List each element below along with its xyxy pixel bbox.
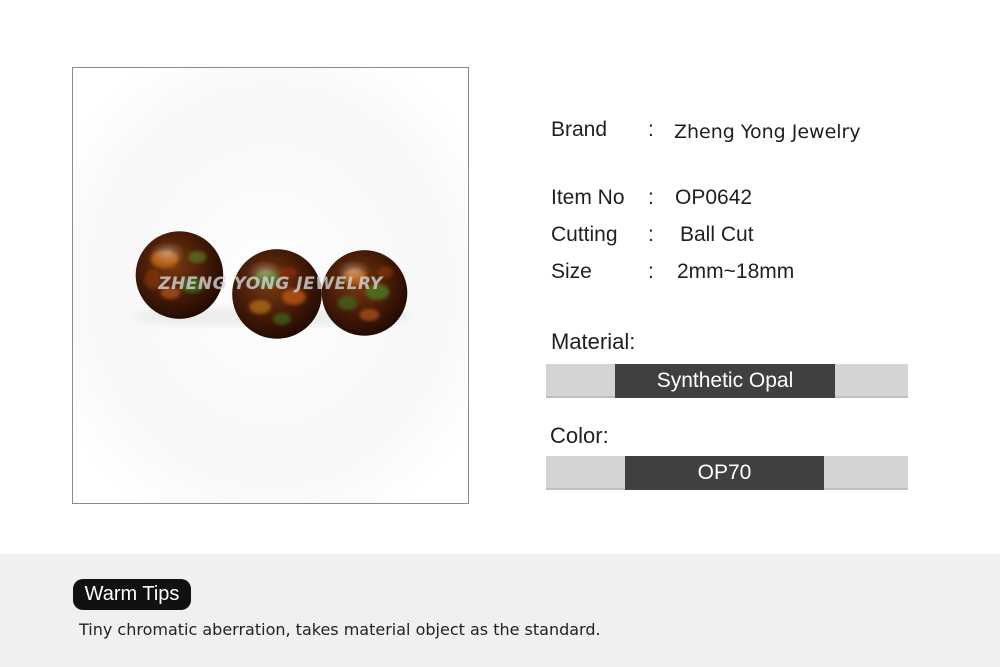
size-value: 2mm~18mm	[677, 260, 795, 283]
warm-tips-panel	[0, 554, 1000, 667]
warm-tips-text: Tiny chromatic aberration, takes materia…	[79, 620, 601, 639]
item-no-colon: :	[648, 186, 654, 209]
color-bar: OP70	[546, 456, 908, 490]
cutting-label: Cutting	[551, 223, 618, 246]
material-label: Material:	[551, 329, 636, 354]
warm-tips-badge: Warm Tips	[73, 579, 191, 610]
product-photo: ZHENG YONG JEWELRY	[72, 67, 469, 504]
color-label: Color:	[550, 423, 609, 448]
item-no-label: Item No	[551, 186, 625, 209]
size-colon: :	[648, 260, 654, 283]
cutting-value: Ball Cut	[680, 223, 754, 246]
cutting-colon: :	[648, 223, 654, 246]
brand-colon: :	[648, 118, 654, 141]
color-value: OP70	[625, 456, 824, 490]
material-value: Synthetic Opal	[615, 364, 835, 398]
size-label: Size	[551, 260, 592, 283]
item-no-value: OP0642	[675, 186, 753, 209]
watermark-text: ZHENG YONG JEWELRY	[158, 274, 383, 294]
material-bar: Synthetic Opal	[546, 364, 908, 398]
brand-label: Brand	[551, 118, 608, 141]
brand-value: Zheng Yong Jewelry	[674, 121, 861, 143]
